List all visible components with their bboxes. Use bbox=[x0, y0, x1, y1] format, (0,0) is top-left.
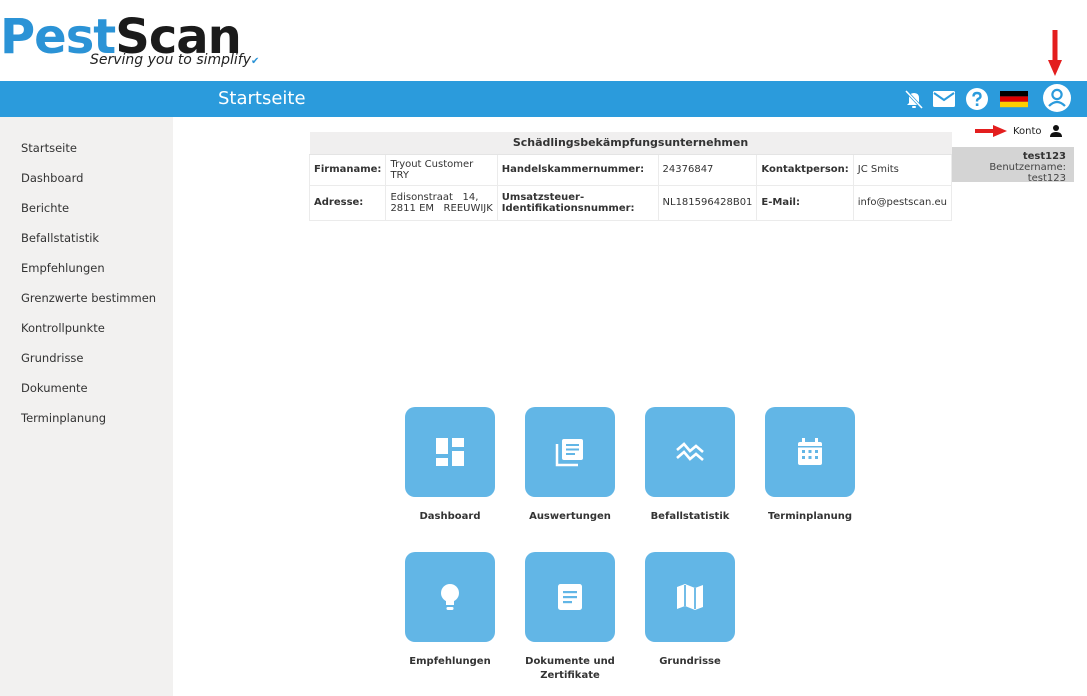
sidebar-item-berichte[interactable]: Berichte bbox=[21, 201, 69, 215]
sidebar-item-terminplanung[interactable]: Terminplanung bbox=[21, 411, 106, 425]
tile-grundrisse[interactable] bbox=[645, 552, 735, 642]
person-icon bbox=[1050, 125, 1062, 137]
page-title: Startseite bbox=[218, 88, 306, 109]
pestscan-logo: PestScan Serving you to simplify✔ bbox=[0, 8, 259, 78]
sidebar-item-startseite[interactable]: Startseite bbox=[21, 141, 77, 155]
stacked-line-chart-icon bbox=[676, 442, 704, 461]
table-row: Adresse: Edisonstraat 14, 2811 EM REEUWI… bbox=[308, 184, 953, 221]
handelskammer-label: Handelskammernummer: bbox=[496, 153, 659, 186]
tile-grundrisse-label[interactable]: Grundrisse bbox=[630, 655, 750, 669]
kontaktperson-label: Kontaktperson: bbox=[756, 153, 854, 186]
ust-id-value: NL181596428B01 bbox=[657, 184, 758, 221]
sidebar-item-empfehlungen[interactable]: Empfehlungen bbox=[21, 261, 105, 275]
tile-terminplanung[interactable] bbox=[765, 407, 855, 497]
sidebar-item-grenzwerte[interactable]: Grenzwerte bestimmen bbox=[21, 291, 156, 305]
sidebar: Startseite Dashboard Berichte Befallstat… bbox=[0, 117, 173, 696]
tile-dashboard-label[interactable]: Dashboard bbox=[390, 510, 510, 524]
sidebar-item-dashboard[interactable]: Dashboard bbox=[21, 171, 83, 185]
mail-icon[interactable] bbox=[932, 87, 956, 111]
handelskammer-value: 24376847 bbox=[657, 153, 758, 186]
company-table-heading: Schädlingsbekämpfungsunternehmen bbox=[309, 132, 952, 155]
kontaktperson-value: JC Smits bbox=[852, 153, 953, 186]
german-flag-icon[interactable] bbox=[1000, 87, 1028, 111]
top-bar: Startseite bbox=[0, 81, 1087, 117]
tile-empfehlungen[interactable] bbox=[405, 552, 495, 642]
calendar-icon bbox=[798, 438, 822, 465]
notifications-off-icon[interactable] bbox=[902, 87, 926, 111]
user-info: test123 Benutzername: test123 bbox=[952, 147, 1074, 184]
firmaname-value: Tryout Customer TRY bbox=[385, 153, 498, 186]
tile-empfehlungen-label[interactable]: Empfehlungen bbox=[390, 655, 510, 669]
konto-label: Konto bbox=[1013, 126, 1042, 137]
library-books-icon bbox=[555, 439, 583, 467]
ust-id-label: Umsatzsteuer-Identifikationsnummer: bbox=[496, 184, 659, 221]
tile-befallstatistik-label[interactable]: Befallstatistik bbox=[630, 510, 750, 524]
table-row: Firmaname: Tryout Customer TRY Handelska… bbox=[308, 153, 953, 186]
account-dropdown: Konto test123 Benutzername: test123 bbox=[952, 117, 1074, 184]
sidebar-item-befallstatistik[interactable]: Befallstatistik bbox=[21, 231, 99, 245]
tile-terminplanung-label[interactable]: Terminplanung bbox=[750, 510, 870, 524]
lightbulb-icon bbox=[441, 584, 459, 610]
account-icon[interactable] bbox=[1042, 83, 1072, 113]
tile-dokumente-zertifikate[interactable] bbox=[525, 552, 615, 642]
tile-auswertungen-label[interactable]: Auswertungen bbox=[510, 510, 630, 524]
tile-dokumente-label[interactable]: Dokumente und Zertifikate bbox=[510, 655, 630, 683]
logo-tagline: Serving you to simplify✔ bbox=[90, 52, 260, 68]
help-icon[interactable] bbox=[965, 87, 989, 111]
user-login-name: Benutzername: test123 bbox=[989, 162, 1066, 184]
annotation-arrow-right-icon bbox=[975, 125, 1007, 137]
company-info-table: Schädlingsbekämpfungsunternehmen Firmana… bbox=[308, 132, 953, 221]
tile-befallstatistik[interactable] bbox=[645, 407, 735, 497]
firmaname-label: Firmaname: bbox=[308, 153, 387, 186]
document-icon bbox=[558, 584, 582, 610]
annotation-arrow-down-icon bbox=[1048, 30, 1062, 76]
sidebar-item-dokumente[interactable]: Dokumente bbox=[21, 381, 88, 395]
tile-dashboard[interactable] bbox=[405, 407, 495, 497]
tile-auswertungen[interactable] bbox=[525, 407, 615, 497]
user-display-name: test123 bbox=[1022, 151, 1066, 162]
map-icon bbox=[677, 584, 703, 610]
sidebar-item-grundrisse[interactable]: Grundrisse bbox=[21, 351, 84, 365]
adresse-value: Edisonstraat 14, 2811 EM REEUWIJK bbox=[385, 184, 498, 221]
adresse-label: Adresse: bbox=[308, 184, 387, 221]
email-value[interactable]: info@pestscan.eu bbox=[852, 184, 953, 221]
sidebar-item-kontrollpunkte[interactable]: Kontrollpunkte bbox=[21, 321, 105, 335]
konto-menu-item[interactable]: Konto bbox=[952, 117, 1074, 147]
email-label: E-Mail: bbox=[756, 184, 854, 221]
dashboard-icon bbox=[436, 438, 464, 466]
logo-check-icon: ✔ bbox=[251, 56, 260, 67]
